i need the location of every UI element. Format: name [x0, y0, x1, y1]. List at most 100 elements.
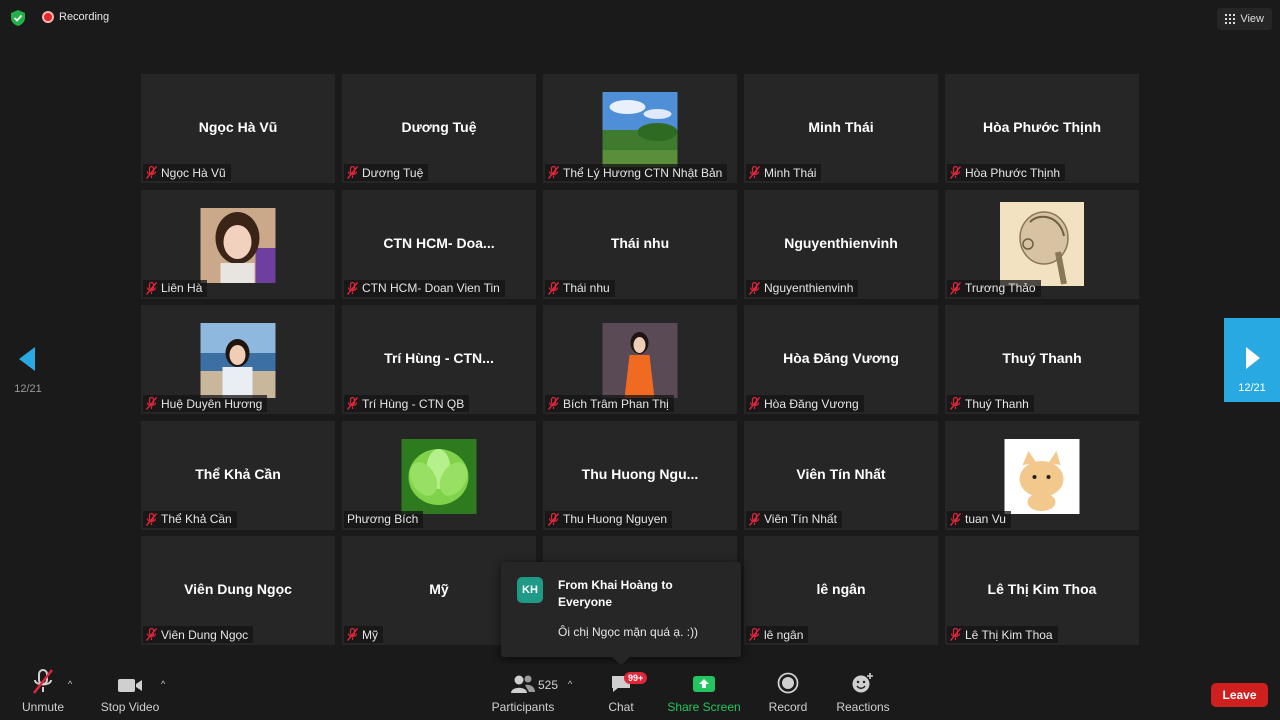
mic-muted-icon — [749, 628, 760, 641]
record-label: Record — [768, 700, 808, 714]
participant-display-name: Dương Tuệ — [401, 119, 477, 135]
unmute-button[interactable]: Unmute — [20, 664, 66, 720]
participant-tile[interactable]: Thái nhu Thái nhu — [543, 189, 737, 299]
previous-page-button[interactable]: 12/21 — [10, 346, 46, 396]
participant-name-text: Phương Bích — [347, 512, 419, 526]
mic-muted-icon — [347, 628, 358, 641]
page-indicator-right: 12/21 — [1238, 382, 1266, 394]
participant-tile[interactable]: Liên Hà — [141, 189, 335, 299]
mic-muted-icon — [347, 397, 358, 410]
participant-tile[interactable]: Thể Khả Cần Thể Khả Cần — [141, 420, 335, 530]
participant-display-name: CTN HCM- Doa... — [383, 234, 495, 251]
chat-notification-popup[interactable]: KH From Khai Hoàng to Everyone Ôi chị Ng… — [501, 562, 741, 657]
mic-muted-icon — [146, 512, 157, 526]
audio-options-caret-icon[interactable]: ^ — [68, 679, 72, 689]
participant-tile[interactable]: Phương Bích — [342, 420, 536, 530]
participant-name-text: Liên Hà — [161, 281, 203, 295]
participants-options-caret-icon[interactable]: ^ — [568, 679, 572, 689]
participants-label: Participants — [491, 700, 555, 714]
participant-tile[interactable]: Thuý Thanh Thuý Thanh — [945, 305, 1139, 414]
participant-display-name: Minh Thái — [808, 119, 874, 135]
participant-name-label: Thu Huong Nguyen — [545, 510, 673, 528]
participant-name-label: Trí Hùng - CTN QB — [344, 395, 470, 412]
participant-tile[interactable]: Nguyenthienvinh Nguyenthienvinh — [744, 189, 938, 299]
mic-muted-icon — [950, 628, 961, 641]
participant-name-label: Trương Thảo — [947, 279, 1041, 297]
participant-tile[interactable]: Lê Thị Kim Thoa Lê Thị Kim Thoa — [945, 536, 1139, 645]
participant-tile[interactable]: Huệ Duyên Hương — [141, 305, 335, 414]
participant-tile[interactable]: Hòa Đăng Vương Hòa Đăng Vương — [744, 305, 938, 414]
page-indicator-left: 12/21 — [14, 383, 42, 395]
mic-muted-icon — [548, 166, 559, 179]
smiley-plus-icon — [851, 664, 875, 694]
participant-display-name: Lê Thị Kim Thoa — [987, 581, 1097, 597]
participant-name-text: Trí Hùng - CTN QB — [362, 396, 465, 411]
participant-tile[interactable]: Bích Trâm Phan Thị — [543, 305, 737, 414]
participant-name-label: Bích Trâm Phan Thị — [545, 395, 674, 412]
participant-name-text: Bích Trâm Phan Thị — [563, 396, 669, 411]
participant-tile[interactable]: Trí Hùng - CTN... Trí Hùng - CTN QB — [342, 305, 536, 414]
reactions-button[interactable]: Reactions — [836, 664, 890, 720]
participant-tile[interactable]: CTN HCM- Doa... CTN HCM- Doan Vien Tin — [342, 189, 536, 299]
video-camera-icon — [117, 664, 143, 694]
participant-tile[interactable]: Minh Thái Minh Thái — [744, 74, 938, 183]
participant-display-name: Trí Hùng - CTN... — [384, 350, 494, 366]
share-screen-button[interactable]: Share Screen — [667, 664, 741, 720]
share-screen-icon — [692, 664, 716, 694]
mic-muted-icon — [749, 166, 760, 179]
participant-display-name: Thái nhu — [610, 234, 670, 251]
reactions-label: Reactions — [836, 700, 890, 714]
participant-tile[interactable]: Dương Tuệ Dương Tuệ — [342, 74, 536, 183]
gallery-grid: Ngọc Hà Vũ Ngọc Hà Vũ Dương Tuệ Dương Tuệ Th… — [141, 74, 1139, 645]
meeting-toolbar: Unmute ^ Stop Video ^ Participants 525 ^ — [0, 664, 1280, 720]
participant-tile[interactable]: Viên Dung Ngọc Viên Dung Ngọc — [141, 536, 335, 645]
participant-name-label: Viên Tín Nhất — [746, 510, 842, 528]
share-screen-label: Share Screen — [667, 700, 741, 714]
participant-tile[interactable]: lê ngân lê ngân — [744, 536, 938, 645]
participant-photo — [200, 323, 276, 398]
security-shield-icon[interactable] — [9, 9, 27, 27]
participant-name-text: Lê Thị Kim Thoa — [965, 627, 1053, 642]
participant-name-label: Viên Dung Ngọc — [143, 626, 254, 643]
chat-unread-badge: 99+ — [624, 672, 648, 684]
participant-name-text: Hòa Đăng Vương — [764, 396, 859, 411]
participant-tile[interactable]: tuan Vu — [945, 420, 1139, 530]
participant-photo — [200, 207, 276, 283]
record-button[interactable]: Record — [768, 664, 808, 720]
view-button[interactable]: View — [1217, 8, 1272, 30]
mic-muted-icon — [548, 397, 559, 410]
mic-muted-icon — [347, 166, 358, 179]
participant-name-text: tuan Vu — [965, 512, 1006, 526]
participant-tile[interactable]: Trương Thảo — [945, 189, 1139, 299]
participant-name-text: Mỹ — [362, 627, 378, 642]
participant-name-label: tuan Vu — [947, 510, 1011, 528]
mic-muted-icon — [548, 512, 559, 526]
participant-tile[interactable]: Viên Tín Nhất Viên Tín Nhất — [744, 420, 938, 530]
mic-muted-icon — [146, 166, 157, 179]
participant-display-name: lê ngân — [816, 581, 866, 597]
participant-name-label: Phương Bích — [344, 510, 424, 528]
participant-name-text: Thuý Thanh — [965, 396, 1029, 411]
participant-display-name: Thể Khả Cần — [195, 465, 281, 482]
stop-video-button[interactable]: Stop Video — [100, 664, 160, 720]
participant-display-name: Nguyenthienvinh — [784, 234, 898, 251]
video-options-caret-icon[interactable]: ^ — [161, 679, 165, 689]
participant-name-text: CTN HCM- Doan Vien Tin — [362, 281, 500, 295]
recording-dot-icon — [42, 11, 54, 23]
participant-name-label: Liên Hà — [143, 279, 208, 297]
participant-tile[interactable]: Hòa Phước Thịnh Hòa Phước Thịnh — [945, 74, 1139, 183]
arrow-right-icon — [1246, 347, 1260, 369]
participant-tile[interactable]: Thể Lý Hương CTN Nhật Bản — [543, 74, 737, 183]
mic-muted-icon — [950, 166, 961, 179]
arrow-left-icon — [19, 347, 35, 371]
participant-tile[interactable]: Thu Huong Ngu... Thu Huong Nguyen — [543, 420, 737, 530]
grid-view-icon — [1225, 14, 1236, 24]
participant-tile[interactable]: Ngọc Hà Vũ Ngọc Hà Vũ — [141, 74, 335, 183]
next-page-button[interactable]: 12/21 — [1224, 318, 1280, 402]
recording-indicator[interactable]: Recording — [42, 11, 109, 23]
participant-photo — [401, 438, 477, 514]
participant-photo — [1004, 438, 1080, 514]
leave-button[interactable]: Leave — [1211, 683, 1268, 707]
mic-muted-icon — [749, 281, 760, 295]
participants-button[interactable]: Participants — [492, 664, 554, 720]
